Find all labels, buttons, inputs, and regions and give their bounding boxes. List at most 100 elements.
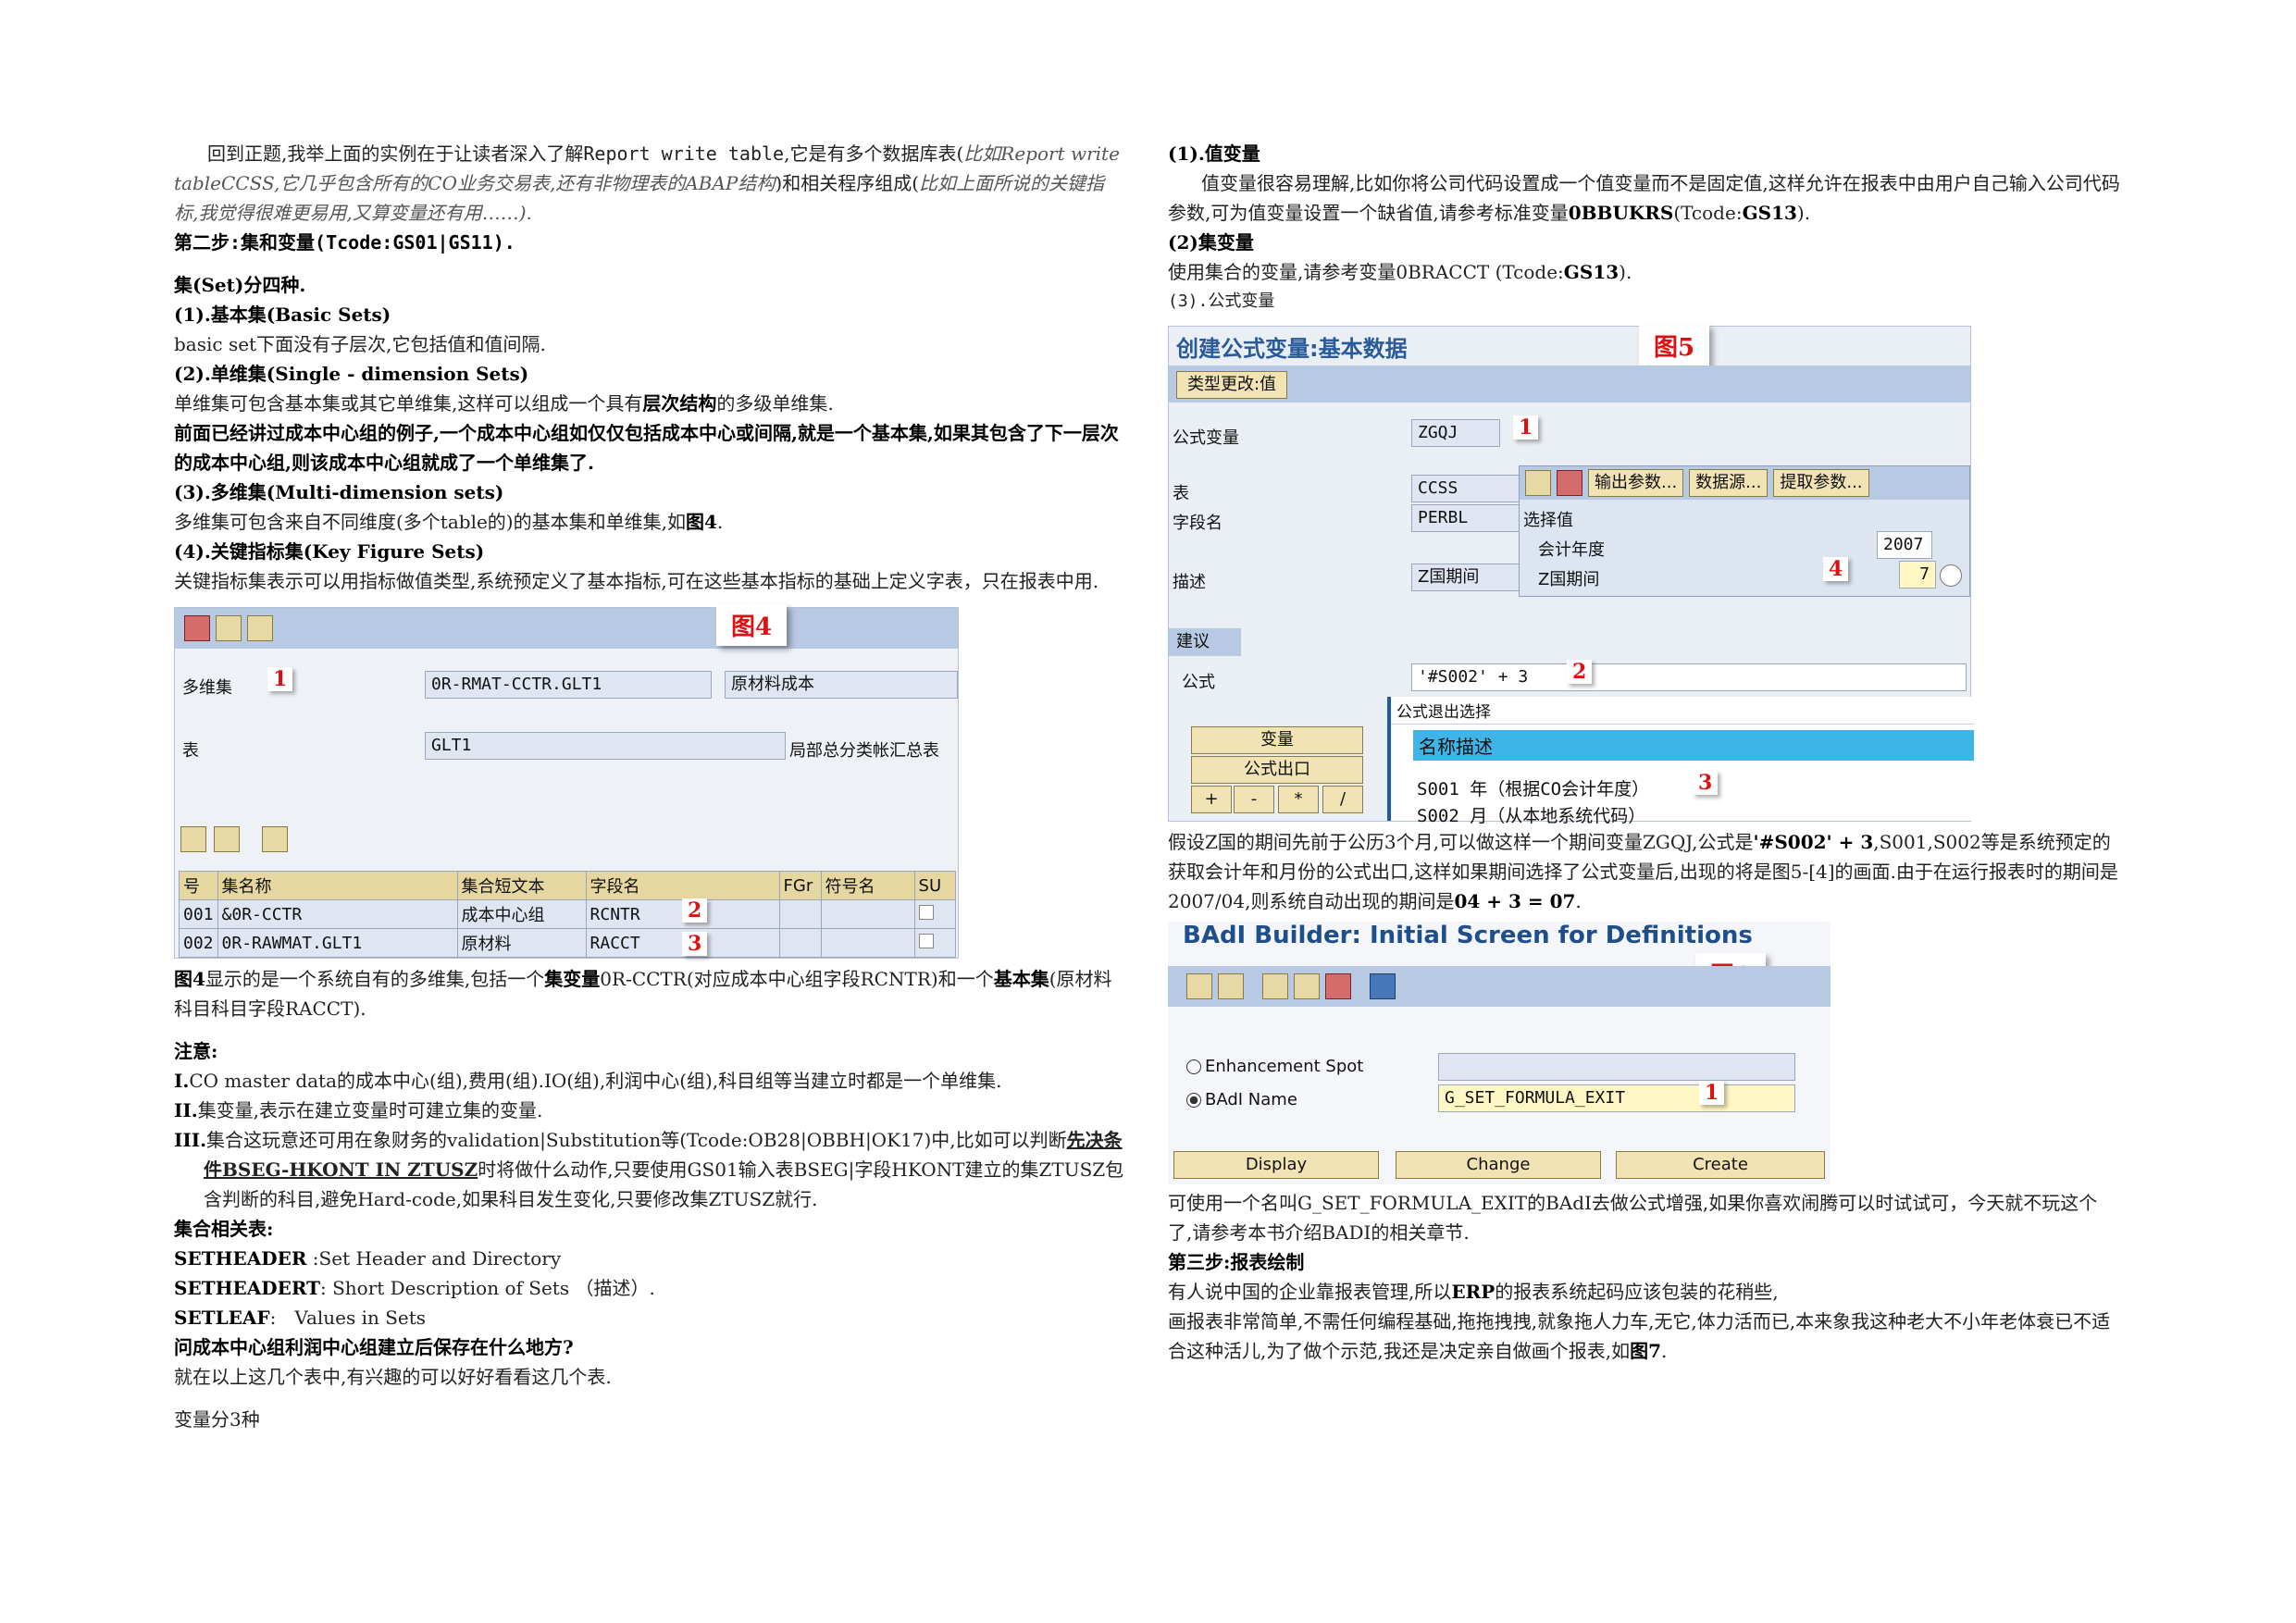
details-icon[interactable] — [262, 826, 288, 852]
table-row[interactable]: 002 0R-RAWMAT.GLT1 原材料 RACCT — [179, 928, 957, 958]
create-button[interactable]: Create — [1616, 1151, 1825, 1179]
fig5-toolbar — [1169, 365, 1970, 403]
checkbox[interactable] — [918, 933, 934, 948]
value-help-icon[interactable] — [1940, 564, 1962, 587]
insert-row-icon[interactable] — [180, 826, 206, 852]
suggest-tab[interactable]: 建议 — [1169, 628, 1241, 656]
formula-exit-button[interactable]: 公式出口 — [1191, 756, 1363, 784]
fig5-title: 创建公式变量:基本数据 — [1176, 336, 1408, 362]
enhancement-spot-field[interactable] — [1438, 1053, 1795, 1081]
v2-text: 使用集合的变量,请参考变量0BRACCT (Tcode:GS13). — [1168, 261, 1632, 283]
multiset-desc-field[interactable]: 原材料成本 — [725, 671, 958, 699]
hierarchy-icon[interactable] — [216, 615, 242, 641]
figure-6: BAdI Builder: Initial Screen for Definit… — [1168, 922, 1831, 1184]
popup-toolbar: 输出参数... 数据源... 提取参数... — [1520, 466, 1969, 500]
radio-checked-icon — [1186, 1093, 1201, 1108]
rename-icon[interactable] — [1325, 973, 1351, 999]
display-button[interactable]: Display — [1173, 1151, 1379, 1179]
field-name-label: 字段名 — [1173, 514, 1222, 533]
op-plus-button[interactable]: + — [1191, 786, 1232, 813]
step3-text-2: 画报表非常简单,不需任何编程基础,拖拖拽拽,就象拖人力车,无它,体力活而已,本来… — [1168, 1310, 2111, 1362]
op-multiply-button[interactable]: * — [1278, 786, 1319, 813]
where-used-icon[interactable] — [1218, 973, 1244, 999]
s1-text: basic set下面没有子层次,它包括值和值间隔. — [174, 333, 546, 355]
fiscal-year-label: 会计年度 — [1538, 540, 1605, 560]
formula-field[interactable]: '#S002' + 3 — [1411, 663, 1967, 691]
note-3: III.集合这玩意还可用在象财务的validation|Substitution… — [174, 1129, 1124, 1210]
cell: 原材料 — [456, 928, 587, 958]
fiscal-year-field[interactable]: 2007 — [1877, 531, 1932, 559]
fig5-marker-2: 2 — [1567, 660, 1593, 684]
v2-title: (2)集变量 — [1168, 231, 1254, 254]
cell: 001 — [179, 899, 218, 929]
delete-row-icon[interactable] — [214, 826, 240, 852]
formula-var-field[interactable]: ZGQJ — [1411, 419, 1500, 447]
cell: 002 — [179, 928, 218, 958]
multiset-field[interactable]: 0R-RMAT-CCTR.GLT1 — [425, 671, 712, 699]
description-field[interactable]: Z国期间 — [1411, 564, 1522, 591]
clock-icon[interactable] — [1525, 470, 1551, 496]
figure-5: 创建公式变量:基本数据 图5 类型更改:值 公式变量 ZGQJ 1 表 CCSS… — [1168, 325, 1974, 826]
change-type-button[interactable]: 类型更改:值 — [1176, 371, 1287, 399]
s3-title: (3).多维集(Multi-dimension sets) — [174, 481, 504, 503]
field-name-field[interactable]: PERBL — [1411, 504, 1522, 532]
hierarchy-icon[interactable] — [1186, 973, 1212, 999]
checkbox-cell[interactable] — [913, 928, 957, 958]
s2-text: 单维集可包含基本集或其它单维集,这样可以组成一个具有层次结构的多级单维集. — [174, 392, 834, 415]
right-column: (1).值变量 值变量很容易理解,比如你将公司代码设置成一个值变量而不是固定值,… — [1168, 139, 2121, 1366]
exit-option-s002[interactable]: S002 月（从本地系统代码） — [1417, 802, 1974, 827]
description-label: 描述 — [1173, 573, 1206, 592]
save-icon[interactable] — [1557, 470, 1582, 496]
period-label: Z国期间 — [1538, 570, 1600, 589]
checkbox-cell[interactable] — [913, 899, 957, 929]
col-header: 集合短文本 — [456, 871, 587, 900]
col-header: SU — [913, 871, 957, 900]
fig5-caption: 假设Z国的期间先前于公历3个月,可以做这样一个期间变量ZGQJ,公式是'#S00… — [1168, 831, 2118, 912]
multiset-label: 多维集 — [182, 678, 232, 698]
radio2-label: BAdI Name — [1205, 1090, 1297, 1109]
document-icon[interactable] — [247, 615, 273, 641]
note-title: 注意: — [174, 1040, 218, 1062]
fig4-tag: 图4 — [716, 604, 788, 646]
info-icon[interactable] — [1370, 973, 1396, 999]
col-header: FGr — [778, 871, 822, 900]
data-source-button[interactable]: 数据源... — [1689, 469, 1769, 497]
period-field[interactable]: 7 — [1899, 561, 1936, 588]
op-divide-button[interactable]: / — [1322, 786, 1363, 813]
fig4-marker-2: 2 — [682, 898, 708, 923]
selection-title: 选择值 — [1523, 511, 1573, 530]
table-field[interactable]: CCSS — [1411, 475, 1522, 502]
left-column: 回到正题,我举上面的实例在于让读者深入了解Report write table,… — [174, 139, 1127, 1434]
radio-enhancement-spot[interactable]: Enhancement Spot — [1186, 1057, 1363, 1076]
checkbox[interactable] — [918, 904, 934, 920]
fig4-table-header: 号 集名称 集合短文本 字段名 FGr 符号名 SU — [179, 871, 957, 900]
radio-badi-name[interactable]: BAdI Name — [1186, 1090, 1297, 1109]
cell — [778, 928, 822, 958]
fig4-marker-3: 3 — [682, 932, 708, 956]
cell — [778, 899, 822, 929]
op-minus-button[interactable]: - — [1234, 786, 1274, 813]
col-header: 字段名 — [585, 871, 780, 900]
output-params-button[interactable]: 输出参数... — [1588, 469, 1684, 497]
tables-title: 集合相关表: — [174, 1218, 274, 1240]
table-setheadert: SETHEADERT: Short Description of Sets （描… — [174, 1277, 655, 1299]
step3-heading: 第三步:报表绘制 — [1168, 1251, 1305, 1273]
variable-button[interactable]: 变量 — [1191, 726, 1363, 754]
note-2: II.集变量,表示在建立变量时可建立集的变量. — [174, 1099, 543, 1121]
fig5-marker-1: 1 — [1513, 415, 1539, 440]
v3-title: (3).公式变量 — [1168, 291, 1275, 311]
selection-popup: 输出参数... 数据源... 提取参数... 选择值 会计年度 2007 Z国期… — [1519, 465, 1970, 597]
col-header: 号 — [179, 871, 218, 900]
delete-icon[interactable] — [1262, 973, 1288, 999]
badi-name-field[interactable]: G_SET_FORMULA_EXIT — [1438, 1084, 1795, 1112]
extract-params-button[interactable]: 提取参数... — [1773, 469, 1869, 497]
cell — [820, 928, 915, 958]
copy-icon[interactable] — [1294, 973, 1320, 999]
fig5-marker-4: 4 — [1823, 557, 1849, 581]
cell: &0R-CCTR — [217, 899, 458, 929]
print-icon[interactable] — [184, 615, 210, 641]
table-field[interactable]: GLT1 — [425, 732, 786, 760]
table-row[interactable]: 001 &0R-CCTR 成本中心组 RCNTR — [179, 899, 957, 929]
change-button[interactable]: Change — [1396, 1151, 1601, 1179]
fig6-caption: 可使用一个名叫G_SET_FORMULA_EXIT的BAdI去做公式增强,如果你… — [1168, 1192, 2098, 1244]
